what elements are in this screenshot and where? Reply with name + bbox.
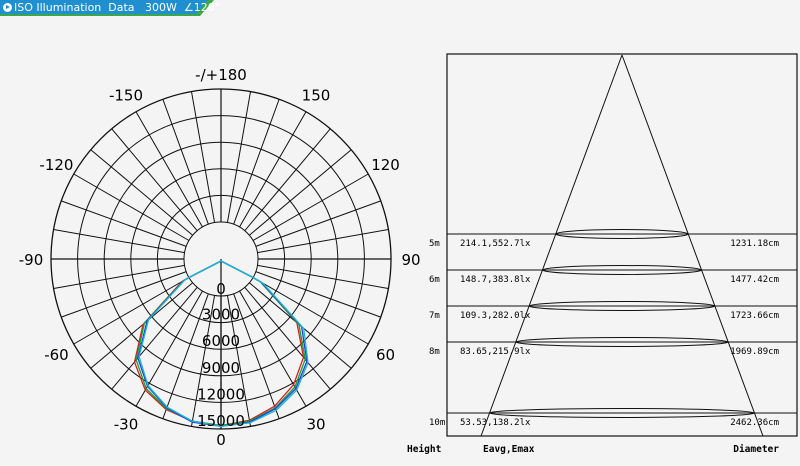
polar-spoke xyxy=(226,91,252,223)
polar-radial-label: 6000 xyxy=(202,332,240,350)
polar-angle-label: -150 xyxy=(109,86,143,104)
polar-spoke xyxy=(53,228,185,254)
polar-radial-label: 9000 xyxy=(202,359,240,377)
polar-spoke xyxy=(255,271,381,318)
polar-spoke xyxy=(257,228,389,254)
polar-spoke xyxy=(162,99,209,225)
row-illuminance-value: 109.3,282.0lx xyxy=(460,311,531,321)
polar-angle-label: 150 xyxy=(302,86,331,104)
row-height-label: 8m xyxy=(429,347,440,357)
polar-angle-label: -120 xyxy=(39,156,73,174)
polar-spoke xyxy=(61,271,187,318)
row-diameter-value: 2462.36cm xyxy=(730,418,779,428)
polar-angle-label: -30 xyxy=(114,416,139,434)
polar-angle-label: 90 xyxy=(401,251,420,269)
column-header-illuminance: Eavg,Emax xyxy=(483,444,535,455)
polar-spoke xyxy=(61,200,187,247)
row-diameter-value: 1723.66cm xyxy=(730,311,779,321)
play-icon xyxy=(3,3,12,12)
row-height-label: 7m xyxy=(429,311,440,321)
banner-title: ISO Illumination Data 300W ∠120° xyxy=(14,1,221,14)
row-height-label: 6m xyxy=(429,275,440,285)
column-header-height: Height xyxy=(407,444,441,455)
polar-angle-label: -60 xyxy=(44,346,69,364)
polar-angle-label: 60 xyxy=(376,346,395,364)
polar-radial-label: 0 xyxy=(216,280,226,298)
row-illuminance-value: 214.1,552.7lx xyxy=(460,239,531,249)
polar-spoke xyxy=(53,264,185,290)
row-diameter-value: 1969.89cm xyxy=(730,347,779,357)
title-banner: ISO Illumination Data 300W ∠120° xyxy=(0,0,220,16)
row-diameter-value: 1231.18cm xyxy=(730,239,779,249)
row-illuminance-value: 148.7,383.8lx xyxy=(460,275,531,285)
row-illuminance-value: 53.53,138.2lx xyxy=(460,418,531,428)
polar-spoke xyxy=(190,91,216,223)
row-illuminance-value: 83.65,215.9lx xyxy=(460,347,531,357)
polar-angle-label: 120 xyxy=(371,156,400,174)
polar-spoke xyxy=(233,99,280,225)
main-canvas: 0 3000 6000 9000 12000 15000 -/+180 150 -150 120 -… xyxy=(19,53,798,455)
polar-spoke xyxy=(255,200,381,247)
polar-angle-label: -/+180 xyxy=(195,66,247,84)
row-diameter-value: 1477.42cm xyxy=(730,275,779,285)
row-height-label: 10m xyxy=(429,418,445,428)
polar-angle-label: 30 xyxy=(306,416,325,434)
polar-spoke xyxy=(257,264,389,290)
polar-radial-label: 15000 xyxy=(197,412,245,430)
polar-radial-label: 3000 xyxy=(202,306,240,324)
polar-diagram: 0 3000 6000 9000 12000 15000 -/+180 150 -150 120 -… xyxy=(19,66,421,449)
column-header-diameter: Diameter xyxy=(733,444,779,455)
illumination-cone-diagram: 5m 214.1,552.7lx 1231.18cm 6m 148.7,383.8lx 1… xyxy=(407,53,798,455)
polar-angle-label: -90 xyxy=(19,251,44,269)
polar-angle-label: 0 xyxy=(216,431,226,449)
polar-radial-label: 12000 xyxy=(197,385,245,403)
row-height-label: 5m xyxy=(429,239,440,249)
